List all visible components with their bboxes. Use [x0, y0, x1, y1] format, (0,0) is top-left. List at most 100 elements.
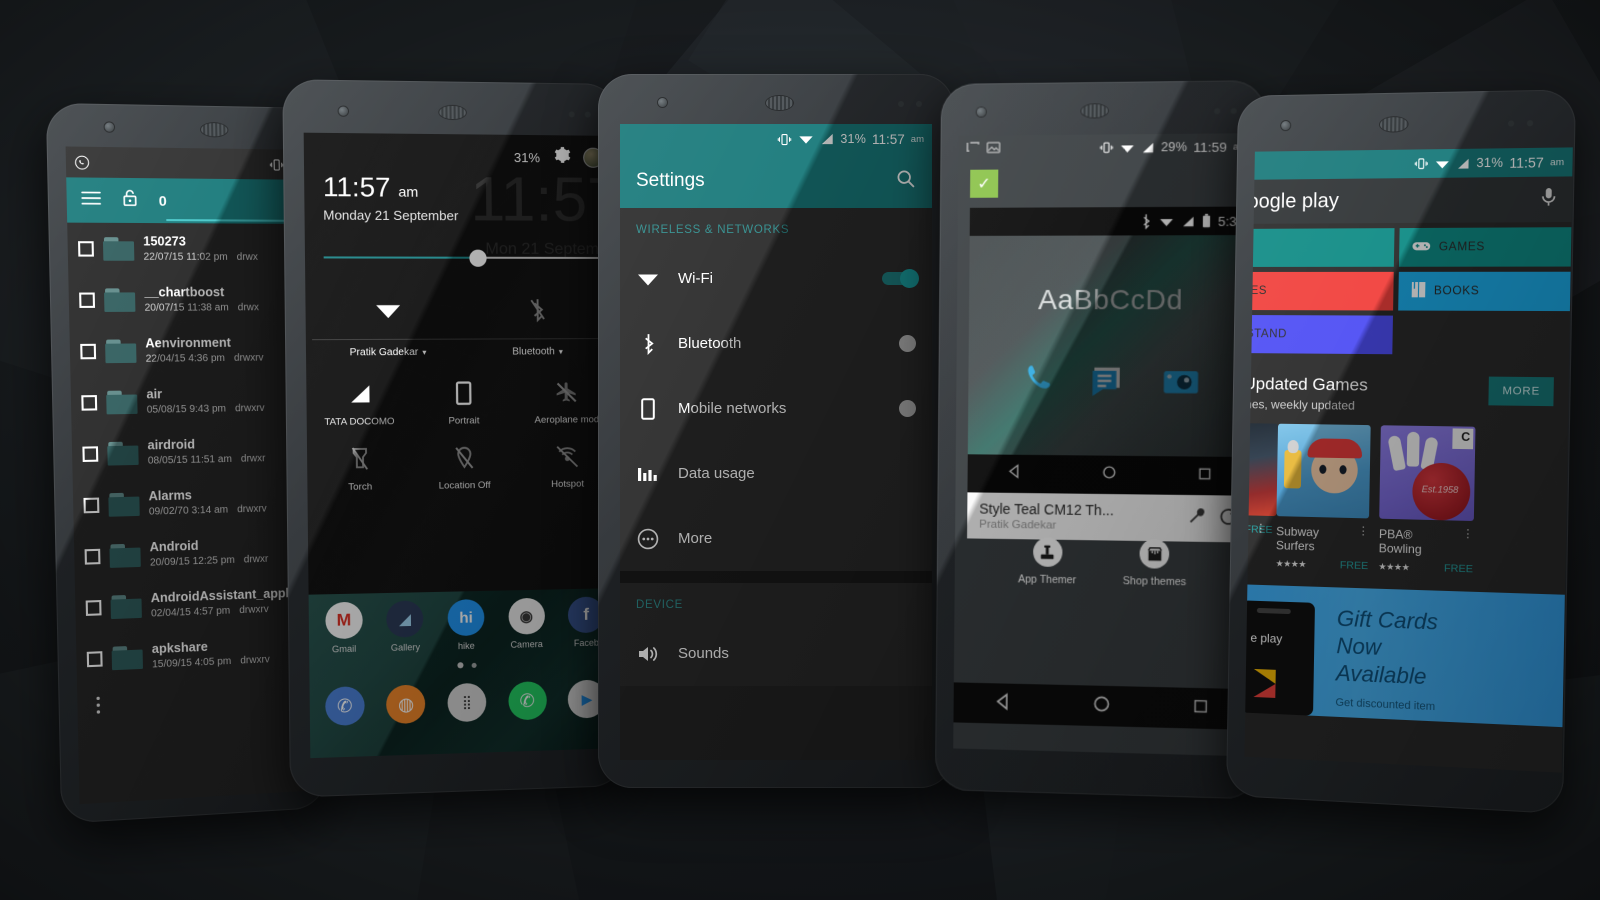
row-label: Sounds	[678, 645, 729, 662]
tile-label: Location Off	[438, 479, 491, 492]
theme-preview[interactable]: 5:30 AaBbCcDd Style Teal CM12 Th... Prat…	[967, 206, 1255, 543]
image-icon	[986, 141, 1000, 156]
more-button[interactable]: MORE	[1488, 376, 1554, 407]
homescreen-app-row: M Gmail ◢ Gallery hi hike ◉ Camera f Fac…	[309, 588, 621, 655]
phone-play-store: 31% 11:57 am Google play S GAMES VIES BO…	[1225, 89, 1576, 815]
tile-rotation[interactable]: Portrait	[411, 378, 515, 427]
subway-surfers-art	[1276, 423, 1371, 519]
screen-quick-settings: 11:57 Mon 21 September 31% 11:57 am Mond…	[303, 132, 622, 759]
tile-label: Bluetooth	[512, 346, 555, 358]
row-checkbox[interactable]	[82, 445, 99, 462]
wifi-icon	[1121, 144, 1135, 152]
kebab-menu-icon[interactable]: ⋮	[1462, 528, 1474, 541]
preview-statusbar: 5:30	[969, 206, 1255, 236]
tile-wifi[interactable]: Pratik Gadekar ▾	[312, 292, 464, 359]
folder-icon	[108, 492, 140, 517]
settings-row-bluetooth[interactable]: Bluetooth	[620, 311, 932, 376]
row-checkbox[interactable]	[84, 548, 101, 565]
dock-whatsapp-icon[interactable]: ✆	[507, 681, 547, 721]
gear-icon[interactable]	[552, 145, 571, 169]
recents-icon[interactable]	[1191, 696, 1210, 720]
battery-percent: 31%	[840, 132, 867, 146]
file-perm: drwxrv	[239, 604, 269, 617]
table-row[interactable]: 150273 22/07/15 11:02 pm drwx	[67, 223, 316, 274]
app-card[interactable]: Subway Surfers ⋮ ★★★★ FREE	[1276, 423, 1371, 572]
folder-icon	[107, 441, 139, 466]
table-row[interactable]: airdroid 08/05/15 11:51 am drwxr	[72, 424, 321, 480]
row-checkbox[interactable]	[86, 650, 103, 667]
phone-settings: 31% 11:57 am Settings WIRELESS & NETWORK…	[598, 74, 954, 788]
settings-row-sounds[interactable]: Sounds	[620, 621, 932, 686]
tile-newsstand[interactable]: SSTAND	[1244, 314, 1393, 355]
kebab-menu-icon[interactable]: ⋮	[1358, 525, 1369, 537]
row-label: More	[678, 530, 713, 547]
row-checkbox[interactable]	[79, 291, 96, 308]
tile-games[interactable]: GAMES	[1398, 227, 1572, 267]
app-gallery[interactable]: ◢ Gallery	[379, 600, 431, 653]
row-checkbox[interactable]	[83, 497, 100, 513]
tile-bluetooth[interactable]: Bluetooth ▾	[463, 292, 612, 358]
app-gmail[interactable]: M Gmail	[318, 601, 370, 655]
app-camera[interactable]: ◉ Camera	[501, 597, 552, 651]
action-app-themer[interactable]: App Themer	[1018, 537, 1077, 586]
play-triangle-icon	[1253, 669, 1276, 699]
kebab-menu-icon[interactable]: ⋮	[1255, 523, 1266, 535]
promo-banner-gift-cards[interactable]: e play Gift Cards Now Available Get disc…	[1244, 584, 1565, 728]
tile-label: VIES	[1244, 284, 1268, 298]
brightness-slider[interactable]	[323, 249, 603, 267]
row-checkbox[interactable]	[80, 343, 97, 359]
search-icon[interactable]	[895, 168, 916, 194]
settings-group-wireless: WIRELESS & NETWORKS Wi-Fi Bluetooth Mobi…	[620, 208, 932, 571]
tile-label: GAMES	[1438, 240, 1486, 254]
bluetooth-toggle[interactable]	[899, 335, 916, 352]
row-checkbox[interactable]	[78, 240, 94, 257]
statusbar: 29% 11:59 am	[958, 133, 1256, 162]
microphone-icon[interactable]	[1540, 186, 1557, 212]
tile-torch[interactable]: Torch	[307, 443, 413, 493]
app-hike[interactable]: hi hike	[440, 599, 491, 652]
dock-phone-icon[interactable]: ✆	[324, 686, 365, 727]
applied-check-badge: ✓	[970, 169, 999, 198]
app-card[interactable]: OUS CV ⋮ ★★★★FREE	[1244, 422, 1279, 570]
tile-movies[interactable]: VIES	[1244, 271, 1394, 311]
tile-apps[interactable]: S	[1244, 228, 1395, 267]
settings-row-more[interactable]: More	[620, 506, 932, 571]
settings-row-wifi[interactable]: Wi-Fi	[620, 246, 932, 311]
chevron-down-icon[interactable]: ▾	[559, 347, 563, 356]
hamburger-menu-icon[interactable]	[81, 190, 101, 210]
row-checkbox[interactable]	[85, 599, 102, 616]
tile-signal[interactable]: TATA DOCOMO	[306, 378, 412, 428]
unlocked-padlock-icon[interactable]	[121, 188, 138, 213]
app-card[interactable]: Est.1958 C PBA® Bowling ⋮ ★★★★ FREE	[1378, 425, 1476, 576]
action-shop-themes[interactable]: Shop themes	[1123, 538, 1187, 588]
dock-uc-browser-icon[interactable]: ◍	[386, 684, 426, 725]
table-row[interactable]: Aenvironment 22/04/15 4:36 pm drwxrv	[69, 324, 318, 377]
settings-row-mobile-networks[interactable]: Mobile networks	[620, 376, 932, 441]
app-title-line1: PBA®	[1378, 526, 1413, 542]
price-label: FREE	[1443, 562, 1474, 576]
table-row[interactable]: Android 20/09/15 12:25 pm drwxr	[74, 524, 323, 582]
play-search-bar[interactable]: Google play	[1244, 176, 1573, 224]
slider-knob[interactable]	[469, 249, 488, 267]
row-checkbox[interactable]	[81, 394, 98, 411]
table-row[interactable]: air 05/08/15 9:43 pm drwxrv	[70, 374, 319, 428]
table-row[interactable]: Alarms 09/02/70 3:14 am drwxrv	[73, 474, 322, 531]
font-sample: AaBbCcDd	[1037, 283, 1184, 316]
tile-label: TATA DOCOMO	[324, 416, 395, 428]
messaging-icon	[1089, 361, 1130, 407]
mobile-networks-toggle[interactable]	[899, 400, 916, 417]
chevron-down-icon[interactable]: ▾	[422, 348, 426, 357]
home-icon[interactable]	[1091, 693, 1112, 719]
dock-app-drawer-icon[interactable]: ⣿	[447, 682, 487, 723]
location-off-icon	[412, 442, 516, 474]
status-time: 11:57	[872, 131, 905, 147]
group-header: DEVICE	[636, 599, 684, 611]
back-icon[interactable]	[993, 691, 1013, 717]
wifi-toggle[interactable]	[882, 269, 919, 288]
tile-location[interactable]: Location Off	[412, 442, 516, 492]
speaker-icon	[636, 644, 660, 664]
battery-icon	[1202, 213, 1210, 228]
table-row[interactable]: __chartboost 20/07/15 11:38 am drwx	[68, 274, 317, 326]
tile-books[interactable]: BOOKS	[1397, 271, 1571, 312]
settings-row-data-usage[interactable]: Data usage	[620, 441, 932, 506]
